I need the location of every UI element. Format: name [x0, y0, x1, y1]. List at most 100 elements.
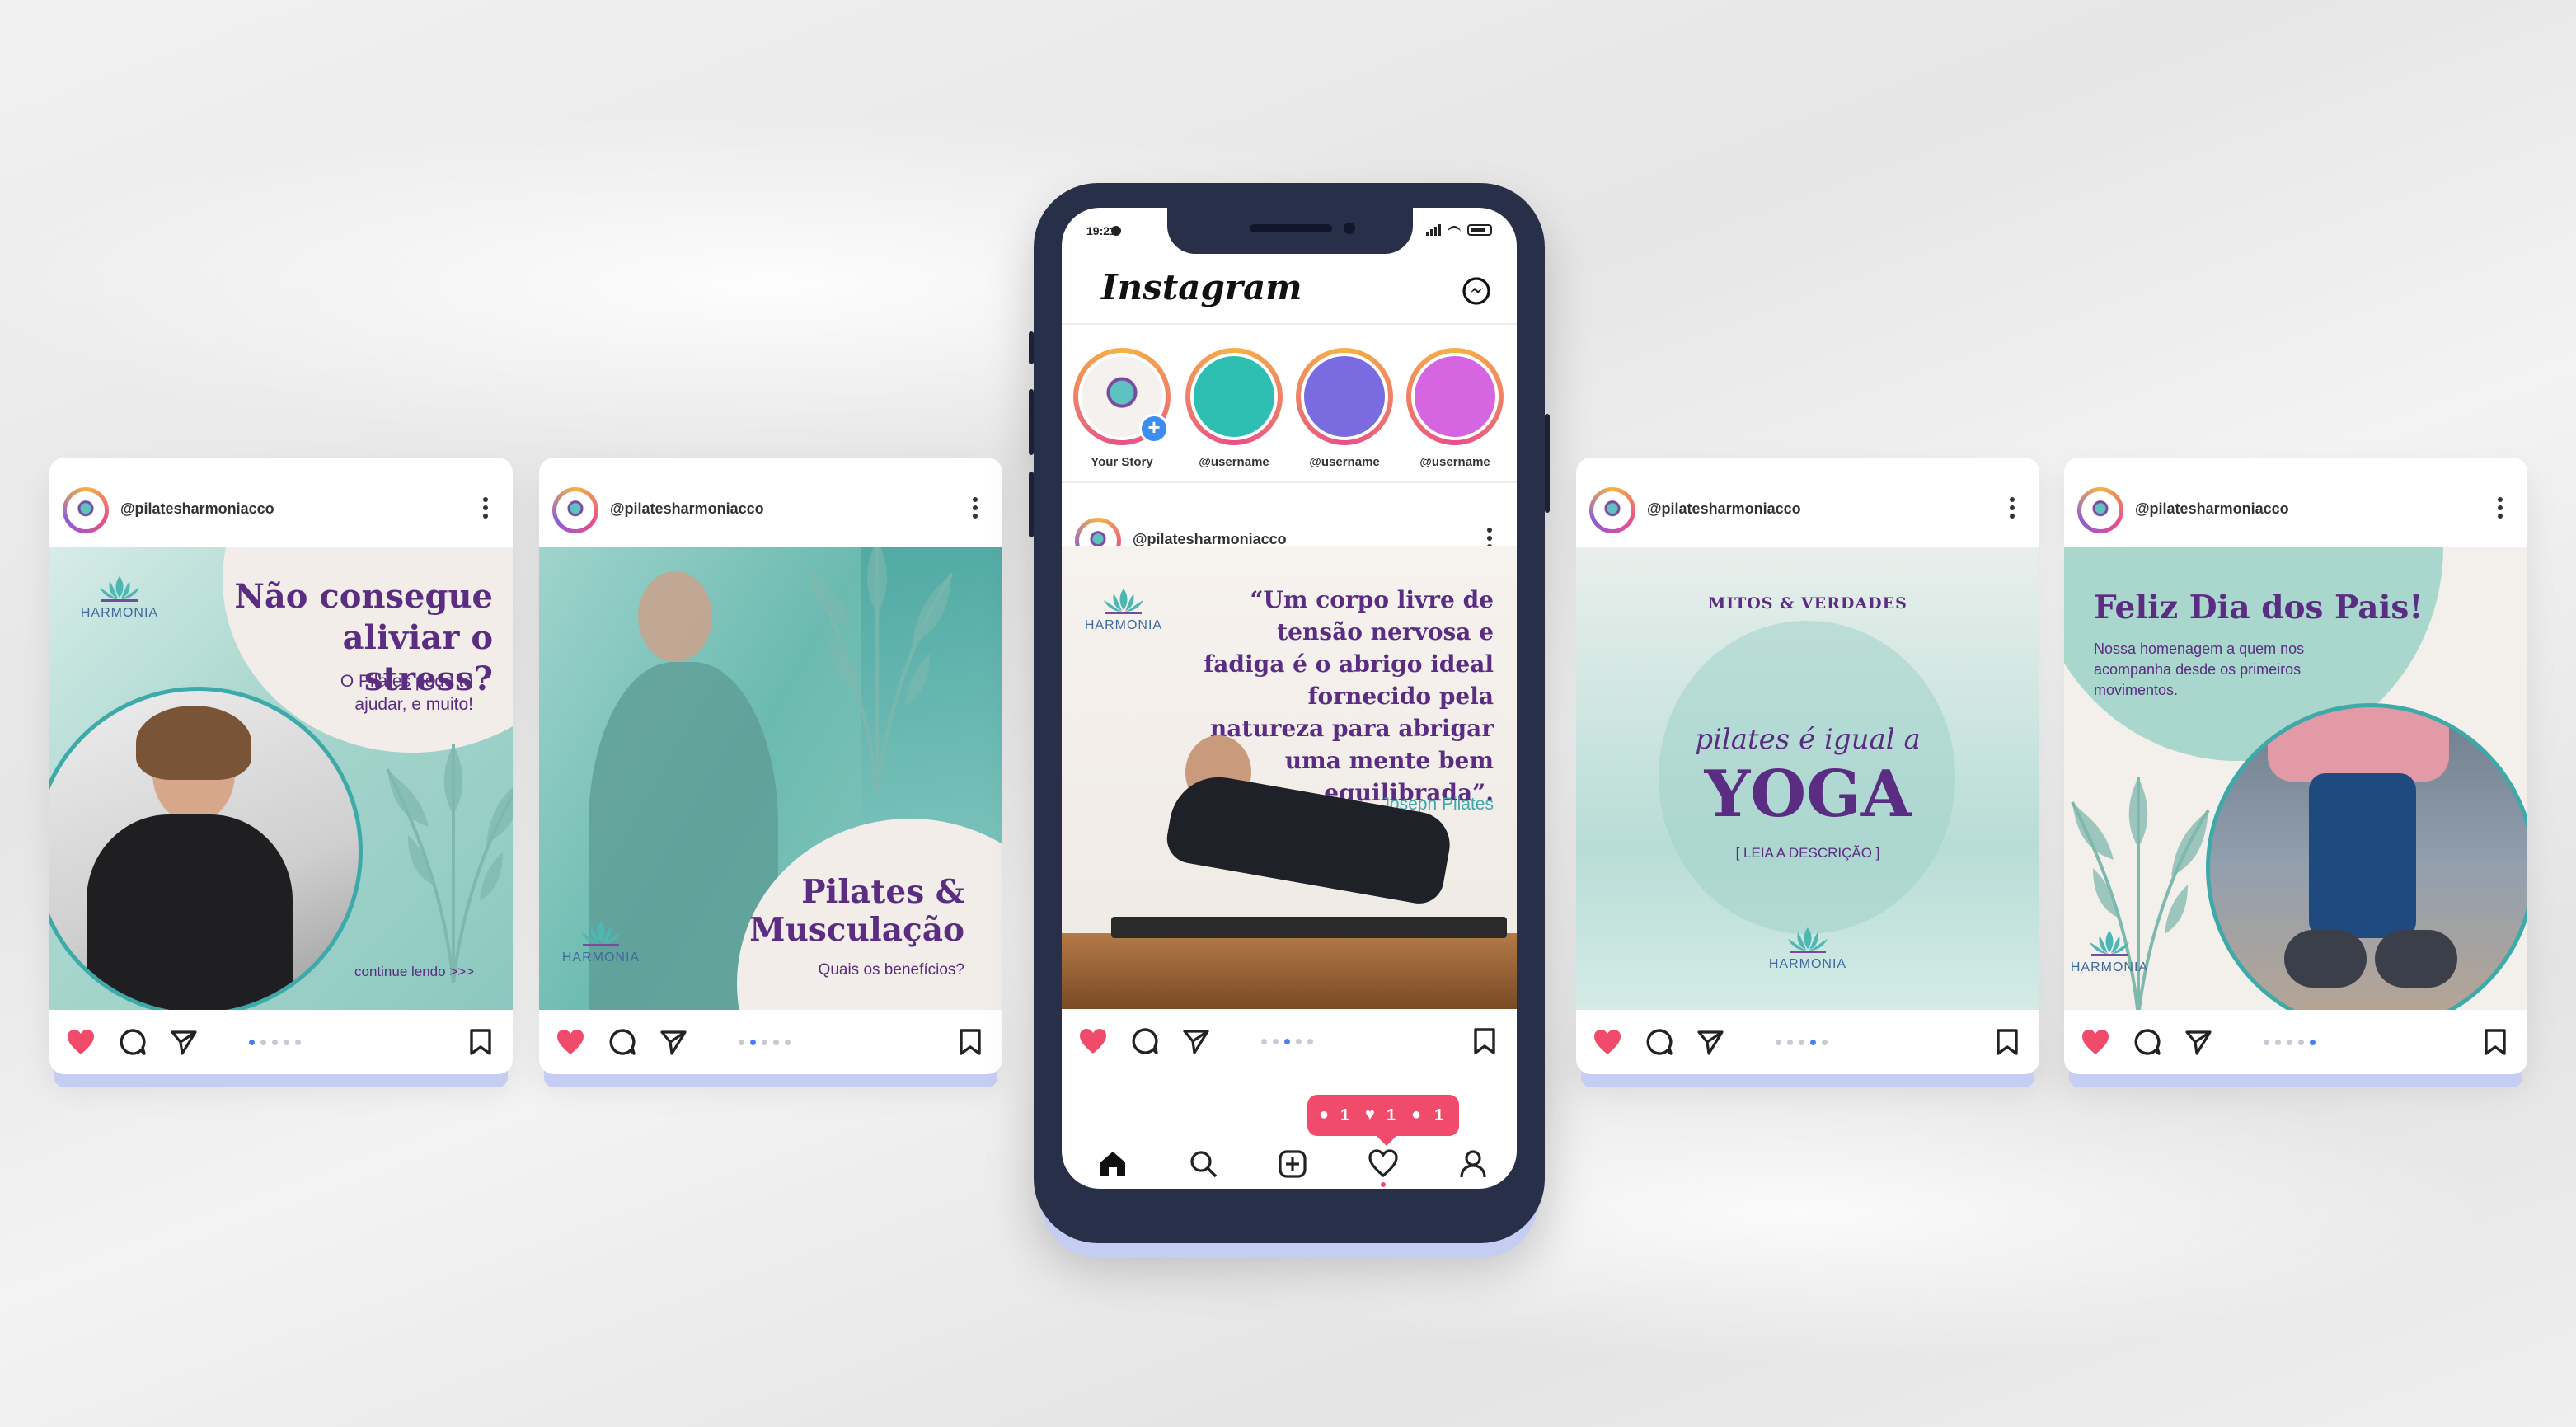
like-icon[interactable] [1078, 1027, 1108, 1055]
post-image: MITOS & VERDADES pilates é igual a YOGA … [1576, 547, 2039, 1010]
comment-icon[interactable] [1645, 1028, 1673, 1056]
post-image: Feliz Dia dos Pais! Nossa homenagem a qu… [2064, 547, 2527, 1010]
more-options-icon[interactable] [973, 494, 978, 522]
avatar[interactable] [1589, 487, 1635, 533]
logo-name: HARMONIA [561, 951, 640, 965]
post-heading: Feliz Dia dos Pais! [2094, 589, 2424, 627]
status-icons [1426, 224, 1492, 236]
phone-screen: 19:21 Instagram + Your Story @username @… [1062, 208, 1517, 1189]
post-header: @pilatesharmoniacco [49, 458, 513, 547]
like-icon[interactable] [2081, 1028, 2110, 1056]
share-icon[interactable] [1182, 1027, 1210, 1055]
instructor-photo [49, 687, 363, 1010]
post-heading: YOGA [1704, 757, 1912, 832]
post-actions [49, 1010, 513, 1074]
carousel-pager [2264, 1040, 2316, 1046]
leaf-decor-icon [371, 736, 513, 983]
like-icon[interactable] [66, 1028, 96, 1056]
story-item[interactable] [1406, 348, 1504, 445]
post-actions [2064, 1010, 2527, 1074]
wifi-icon [1448, 226, 1461, 236]
comment-count-icon: ● [1319, 1105, 1330, 1124]
post-header: @pilatesharmoniacco [539, 458, 1002, 547]
activity-notification[interactable]: ● 1 ♥ 1 ● 1 [1307, 1095, 1459, 1146]
follower-count: 1 [1434, 1106, 1444, 1124]
share-icon[interactable] [1696, 1028, 1724, 1056]
carousel-pager [1776, 1040, 1828, 1046]
harmonia-logo: HARMONIA [556, 919, 646, 965]
lotus-icon [2085, 929, 2134, 957]
post-card-musculacao: @pilatesharmoniacco Pilates & Musculação… [539, 458, 1002, 1074]
read-description-link[interactable]: [ LEIA A DESCRIÇÃO ] [1576, 845, 2039, 861]
feed-post-actions [1062, 1009, 1517, 1073]
app-title: Instagram [1101, 267, 1302, 307]
story-item[interactable] [1296, 348, 1393, 445]
add-story-icon[interactable]: + [1139, 414, 1169, 444]
more-options-icon[interactable] [2010, 494, 2015, 522]
avatar[interactable] [63, 487, 109, 533]
activity-heart-icon[interactable] [1368, 1149, 1398, 1177]
continue-reading-link[interactable]: continue lendo >>> [354, 964, 474, 980]
reformer-carriage [1111, 917, 1507, 938]
home-icon[interactable] [1098, 1149, 1128, 1177]
post-card-yoga: @pilatesharmoniacco MITOS & VERDADES pil… [1576, 458, 2039, 1074]
like-count-icon: ♥ [1365, 1105, 1375, 1124]
post-image: HARMONIA Não consegue aliviar o stress? … [49, 547, 513, 1010]
activity-dot [1381, 1182, 1386, 1187]
logo-name: HARMONIA [1084, 618, 1163, 632]
feed-post-image: HARMONIA “Um corpo livre de tensão nervo… [1062, 546, 1517, 1009]
avatar[interactable] [2077, 487, 2123, 533]
post-header: @pilatesharmoniacco [1576, 458, 2039, 547]
leaf-decor-icon [786, 547, 968, 794]
messenger-icon[interactable] [1461, 275, 1492, 307]
follower-count-icon: ● [1411, 1105, 1422, 1124]
post-actions [1576, 1010, 2039, 1074]
comment-icon[interactable] [2133, 1028, 2161, 1056]
like-icon[interactable] [1593, 1028, 1622, 1056]
phone-mockup: 19:21 Instagram + Your Story @username @… [1029, 183, 1550, 1243]
phone-notch [1167, 208, 1413, 254]
share-icon[interactable] [659, 1028, 687, 1056]
harmonia-logo: HARMONIA [1762, 926, 1853, 972]
share-icon[interactable] [2184, 1028, 2212, 1056]
post-username[interactable]: @pilatesharmoniacco [1647, 500, 1801, 518]
story-label: Your Story [1091, 455, 1153, 469]
bookmark-icon[interactable] [468, 1028, 493, 1056]
avatar[interactable] [552, 487, 598, 533]
like-icon[interactable] [556, 1028, 585, 1056]
more-options-icon[interactable] [483, 494, 488, 522]
story-label: @username [1309, 455, 1380, 469]
search-icon[interactable] [1189, 1149, 1218, 1179]
story-your-story[interactable]: + [1073, 348, 1171, 445]
carousel-pager [1261, 1039, 1313, 1045]
post-card-stress: @pilatesharmoniacco HARMONIA Não consegu… [49, 458, 513, 1074]
logo-name: HARMONIA [1768, 957, 1847, 971]
post-body: Nossa homenagem a quem nos acompanha des… [2094, 641, 2305, 698]
battery-icon [1467, 224, 1492, 236]
new-post-icon[interactable] [1278, 1149, 1307, 1179]
comment-icon[interactable] [1131, 1027, 1159, 1055]
story-item[interactable] [1185, 348, 1283, 445]
bookmark-icon[interactable] [1472, 1027, 1497, 1055]
bookmark-icon[interactable] [958, 1028, 983, 1056]
post-username[interactable]: @pilatesharmoniacco [120, 500, 274, 518]
share-icon[interactable] [170, 1028, 198, 1056]
logo-name: HARMONIA [80, 606, 159, 620]
more-options-icon[interactable] [2498, 494, 2503, 522]
post-card-dia-dos-pais: @pilatesharmoniacco Feliz Dia dos Pais! … [2064, 458, 2527, 1074]
post-username[interactable]: @pilatesharmoniacco [2135, 500, 2289, 518]
comment-icon[interactable] [608, 1028, 636, 1056]
comment-icon[interactable] [119, 1028, 147, 1056]
post-script-text: pilates é igual a [1695, 723, 1921, 756]
carousel-pager [739, 1040, 791, 1046]
profile-icon[interactable] [1459, 1149, 1487, 1179]
bookmark-icon[interactable] [2483, 1028, 2508, 1056]
story-label: @username [1419, 455, 1490, 469]
bookmark-icon[interactable] [1995, 1028, 2020, 1056]
lotus-icon [1783, 926, 1832, 954]
harmonia-logo: HARMONIA [2064, 929, 2155, 975]
post-username[interactable]: @pilatesharmoniacco [610, 500, 764, 518]
carousel-pager [249, 1040, 301, 1046]
post-body: O Pilates pode te ajudar, e muito! [340, 672, 473, 714]
bottom-tab-bar [1062, 1139, 1517, 1189]
